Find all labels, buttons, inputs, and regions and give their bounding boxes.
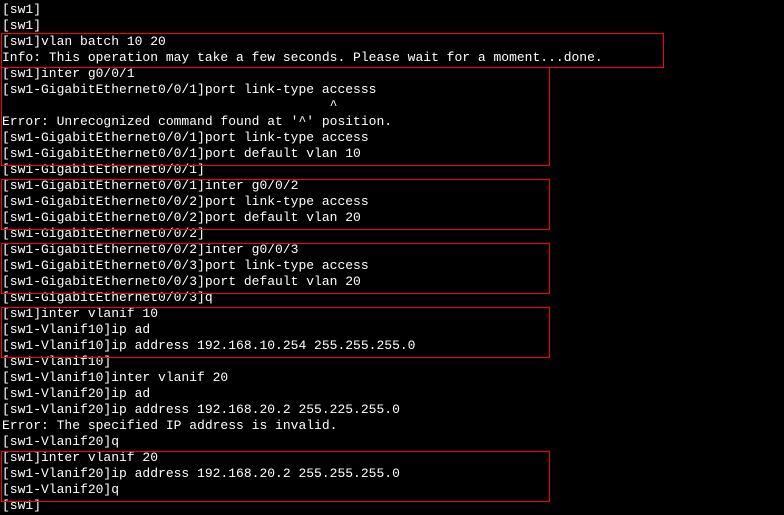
terminal-line: [sw1-GigabitEthernet0/0/1]port default v…: [2, 146, 784, 162]
terminal-line: [sw1-GigabitEthernet0/0/2]: [2, 226, 784, 242]
terminal-line: Error: Unrecognized command found at '^'…: [2, 114, 784, 130]
terminal-line: [sw1-GigabitEthernet0/0/1]port link-type…: [2, 130, 784, 146]
terminal-line: [sw1]inter vlanif 20: [2, 450, 784, 466]
terminal-line: [sw1-Vlanif20]ip address 192.168.20.2 25…: [2, 402, 784, 418]
terminal-line: [sw1-GigabitEthernet0/0/1]: [2, 162, 784, 178]
terminal-line: [sw1-GigabitEthernet0/0/2]port link-type…: [2, 194, 784, 210]
terminal-line: [sw1]inter vlanif 10: [2, 306, 784, 322]
terminal-line: [sw1-GigabitEthernet0/0/3]q: [2, 290, 784, 306]
terminal-line: [sw1-Vlanif20]ip ad: [2, 386, 784, 402]
terminal-line: [sw1-GigabitEthernet0/0/2]inter g0/0/3: [2, 242, 784, 258]
terminal-line: [sw1]inter g0/0/1: [2, 66, 784, 82]
terminal-line: [sw1-Vlanif20]q: [2, 434, 784, 450]
terminal-line: [sw1-Vlanif20]ip address 192.168.20.2 25…: [2, 466, 784, 482]
terminal-line: [sw1]: [2, 18, 784, 34]
terminal-output: [sw1][sw1][sw1]vlan batch 10 20Info: Thi…: [0, 0, 784, 514]
terminal-line: [sw1-GigabitEthernet0/0/3]port link-type…: [2, 258, 784, 274]
terminal-line: Info: This operation may take a few seco…: [2, 50, 784, 66]
terminal-line: [sw1]: [2, 498, 784, 514]
terminal-line: [sw1]vlan batch 10 20: [2, 34, 784, 50]
terminal-line: [sw1-GigabitEthernet0/0/1]port link-type…: [2, 82, 784, 98]
terminal-line: [sw1-GigabitEthernet0/0/1]inter g0/0/2: [2, 178, 784, 194]
terminal-line: [sw1-Vlanif10]ip ad: [2, 322, 784, 338]
terminal-line: [sw1-GigabitEthernet0/0/3]port default v…: [2, 274, 784, 290]
terminal-line: [sw1-GigabitEthernet0/0/2]port default v…: [2, 210, 784, 226]
terminal-line: ^: [2, 98, 784, 114]
terminal-line: [sw1-Vlanif10]: [2, 354, 784, 370]
terminal-line: [sw1]: [2, 2, 784, 18]
terminal-line: [sw1-Vlanif10]ip address 192.168.10.254 …: [2, 338, 784, 354]
terminal-line: [sw1-Vlanif20]q: [2, 482, 784, 498]
terminal-line: Error: The specified IP address is inval…: [2, 418, 784, 434]
terminal-line: [sw1-Vlanif10]inter vlanif 20: [2, 370, 784, 386]
